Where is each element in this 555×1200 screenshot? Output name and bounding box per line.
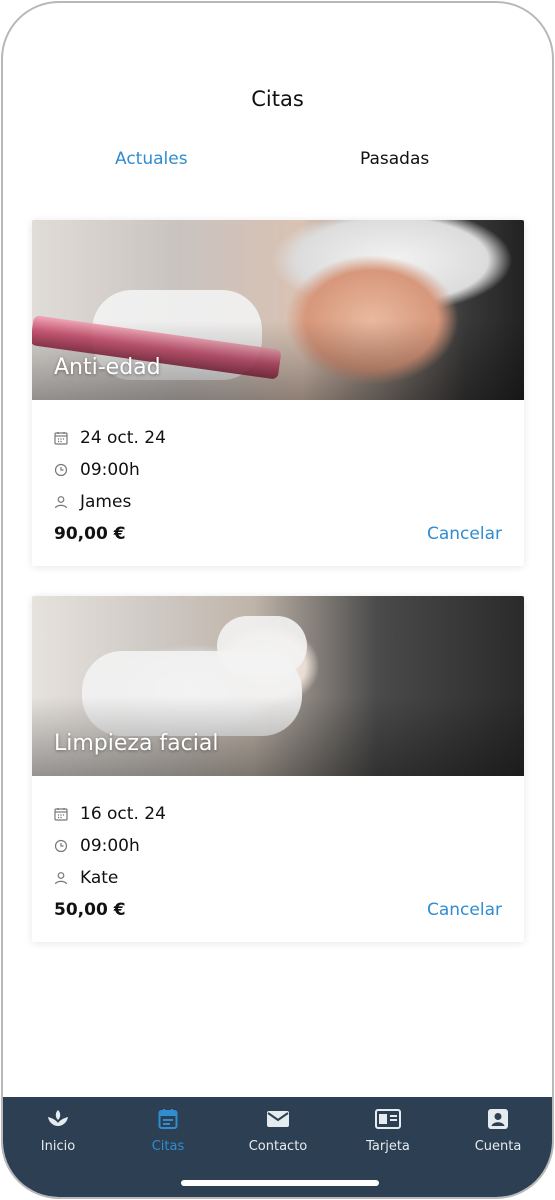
appointment-time: 09:00h — [54, 830, 502, 862]
id-card-icon — [333, 1105, 443, 1133]
account-icon — [443, 1105, 552, 1133]
tab-actuales[interactable]: Actuales — [115, 149, 188, 169]
appointment-professional: Kate — [54, 862, 502, 894]
professional-text: James — [80, 492, 132, 512]
phone-frame: Citas Actuales Pasadas Anti-edad 24 oct.… — [1, 1, 554, 1199]
appointment-professional: James — [54, 486, 502, 518]
bottom-navigation: Inicio Citas Contacto Tarjeta Cuenta — [3, 1097, 552, 1197]
service-image: Limpieza facial — [32, 596, 524, 776]
clock-icon — [54, 839, 68, 853]
appointment-card: Limpieza facial 16 oct. 24 09:00h Kate 5… — [32, 596, 524, 942]
nav-label: Citas — [151, 1139, 185, 1154]
date-text: 24 oct. 24 — [80, 428, 166, 448]
tab-pasadas[interactable]: Pasadas — [360, 149, 429, 169]
lotus-icon — [3, 1105, 113, 1133]
nav-item-tarjeta[interactable]: Tarjeta — [333, 1105, 443, 1154]
nav-label: Inicio — [40, 1139, 76, 1154]
calendar-icon — [113, 1105, 223, 1133]
date-text: 16 oct. 24 — [80, 804, 166, 824]
user-icon — [54, 495, 68, 509]
user-icon — [54, 871, 68, 885]
clock-icon — [54, 463, 68, 477]
service-title: Limpieza facial — [54, 731, 219, 756]
cancel-button[interactable]: Cancelar — [427, 900, 502, 920]
nav-label: Tarjeta — [366, 1139, 410, 1154]
appointment-date: 24 oct. 24 — [54, 422, 502, 454]
page-title: Citas — [251, 87, 304, 111]
calendar-icon — [54, 807, 68, 821]
mail-icon — [223, 1105, 333, 1133]
nav-item-cuenta[interactable]: Cuenta — [443, 1105, 552, 1154]
appointment-card: Anti-edad 24 oct. 24 09:00h James 90,00 … — [32, 220, 524, 566]
nav-label: Contacto — [248, 1139, 308, 1154]
price-text: 90,00 € — [54, 524, 126, 544]
professional-text: Kate — [80, 868, 119, 888]
appointment-date: 16 oct. 24 — [54, 798, 502, 830]
calendar-icon — [54, 431, 68, 445]
price-text: 50,00 € — [54, 900, 126, 920]
cancel-button[interactable]: Cancelar — [427, 524, 502, 544]
nav-label: Cuenta — [474, 1139, 522, 1154]
time-text: 09:00h — [80, 836, 140, 856]
home-indicator — [181, 1180, 379, 1186]
nav-item-contacto[interactable]: Contacto — [223, 1105, 333, 1154]
appointment-time: 09:00h — [54, 454, 502, 486]
nav-item-inicio[interactable]: Inicio — [3, 1105, 113, 1154]
service-title: Anti-edad — [54, 355, 161, 380]
time-text: 09:00h — [80, 460, 140, 480]
nav-item-citas[interactable]: Citas — [113, 1105, 223, 1154]
service-image: Anti-edad — [32, 220, 524, 400]
